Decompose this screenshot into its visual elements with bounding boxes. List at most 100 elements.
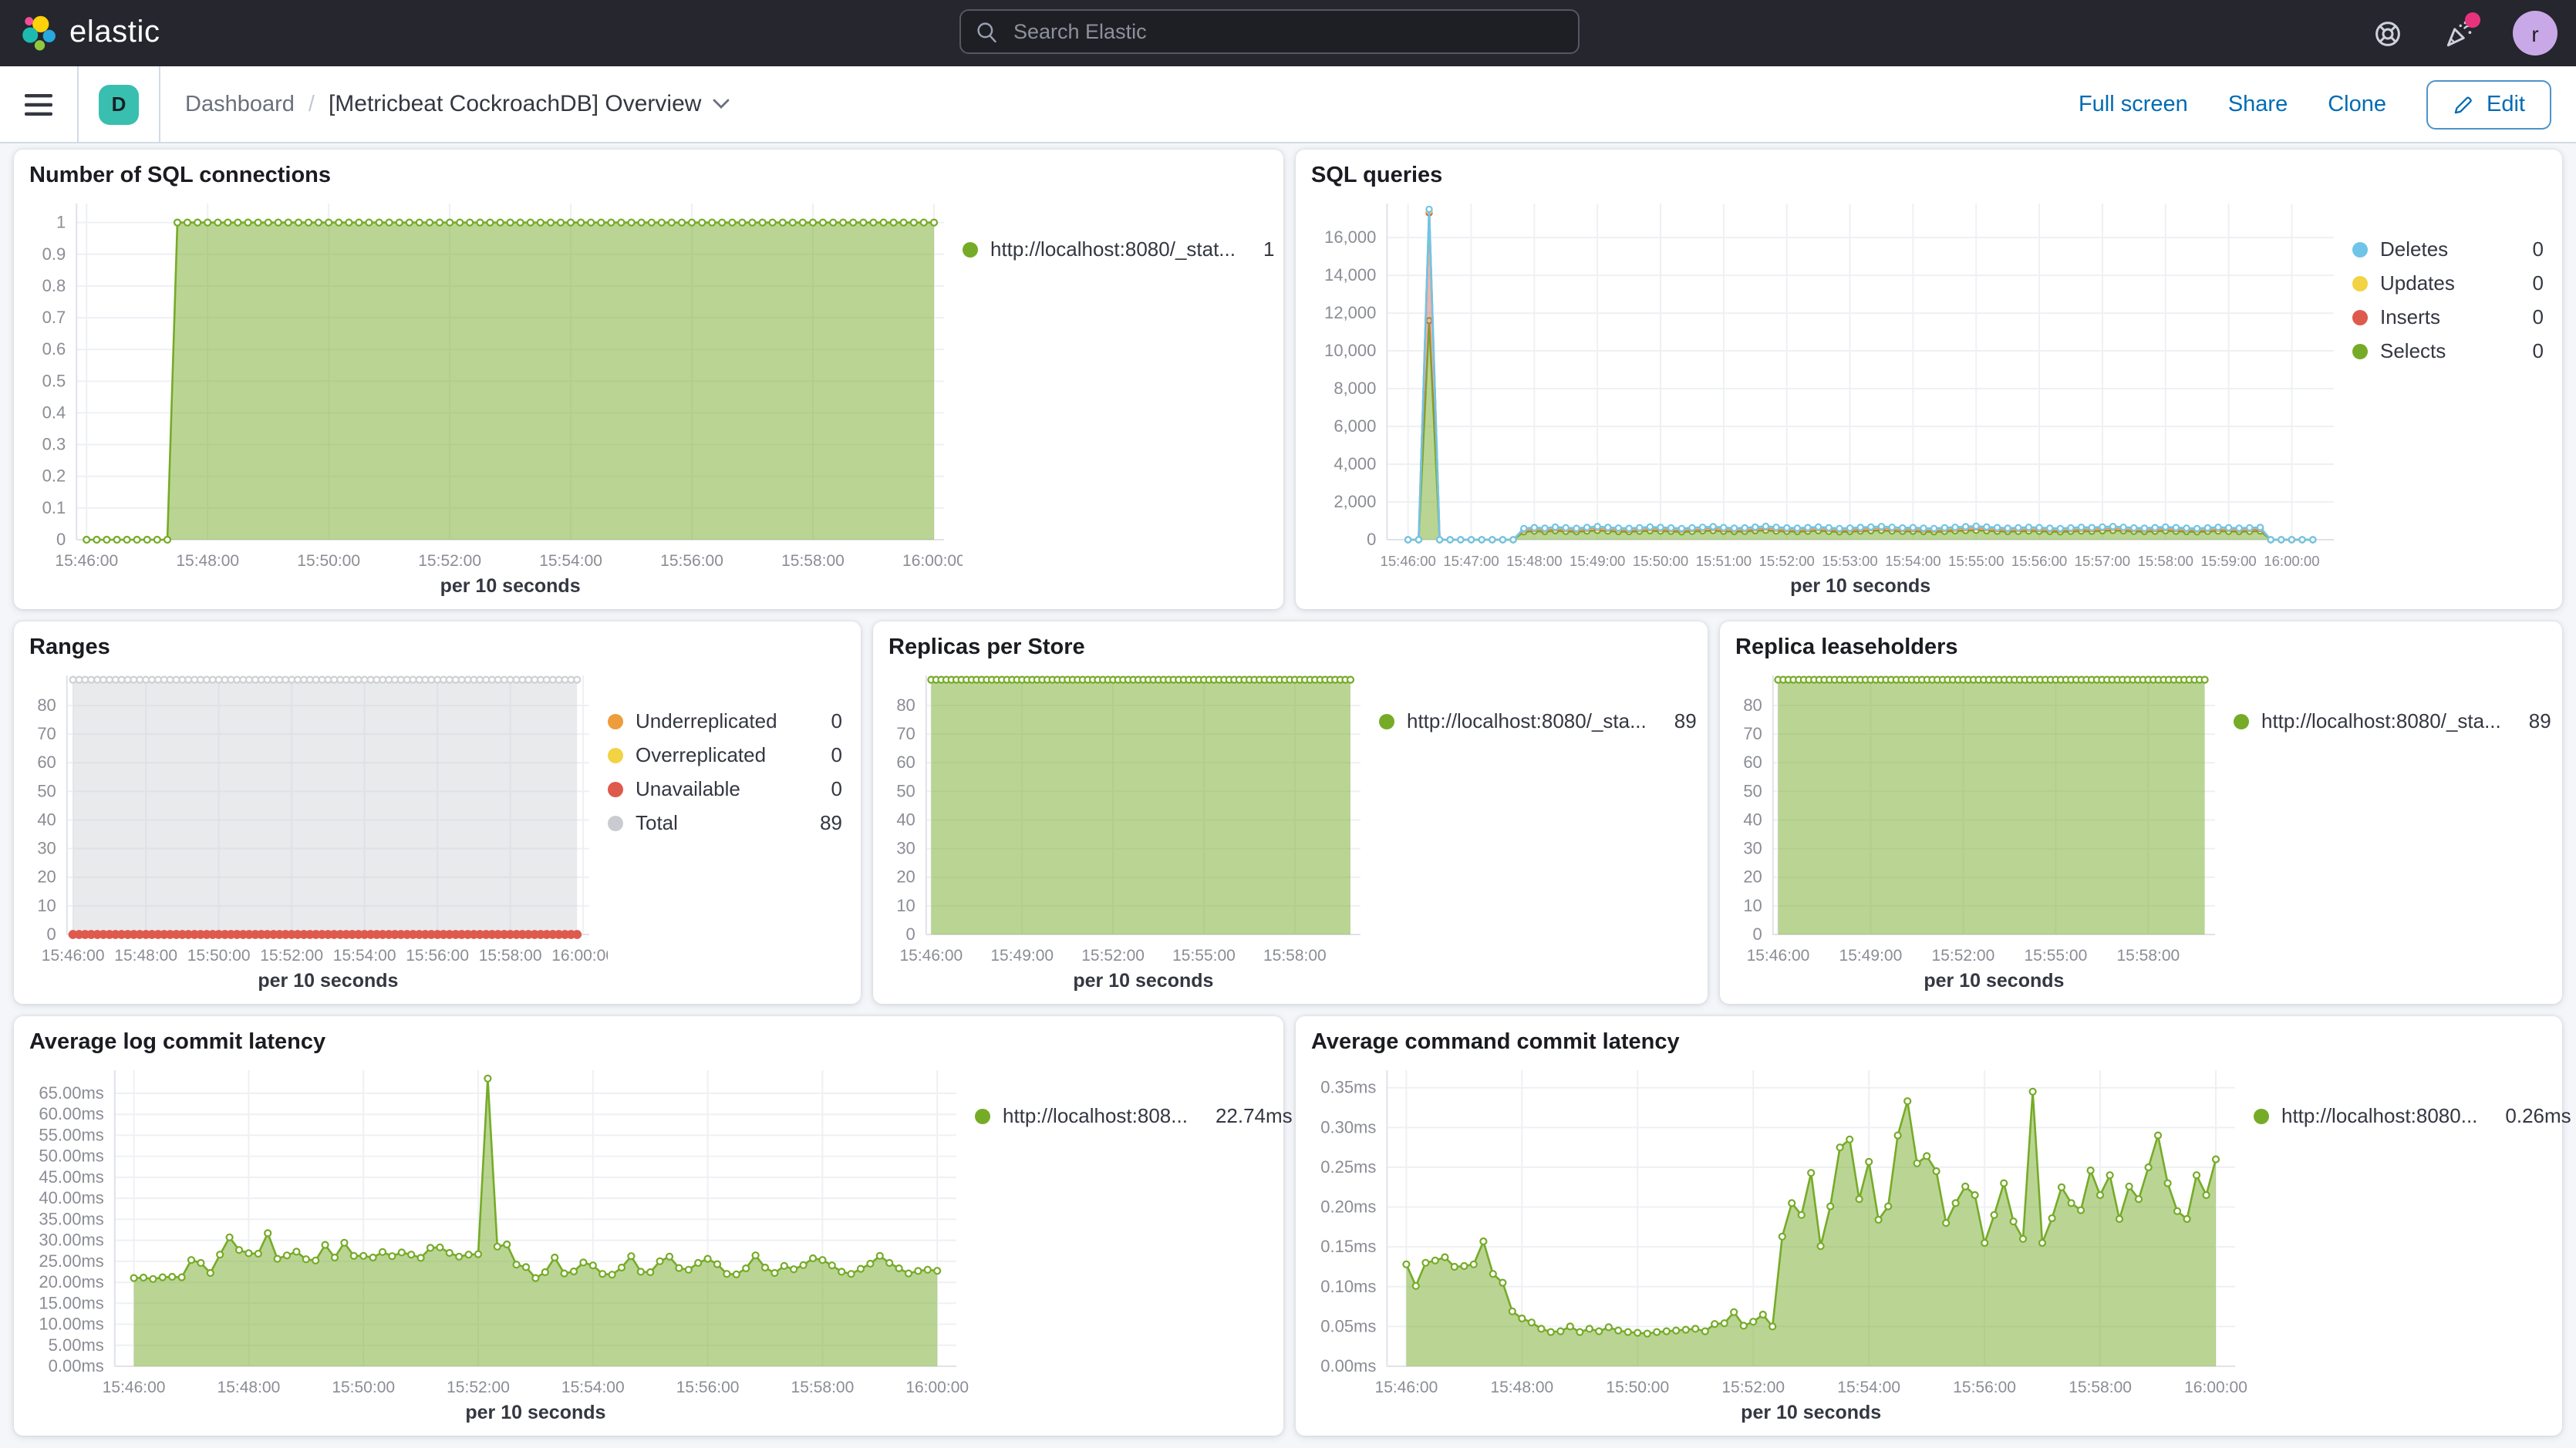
svg-text:50.00ms: 50.00ms: [39, 1147, 103, 1166]
svg-text:40: 40: [896, 810, 915, 829]
panel-title[interactable]: Average command commit latency: [1308, 1027, 2550, 1055]
svg-text:15:58:00: 15:58:00: [2138, 553, 2193, 569]
area-chart-replica-leaseholders[interactable]: 0102030405060708015:46:0015:49:0015:52:0…: [1732, 660, 2234, 999]
svg-text:70: 70: [896, 724, 915, 743]
legend-item[interactable]: http://localhost:8080/_stat...1: [963, 237, 1265, 261]
svg-text:15:57:00: 15:57:00: [2075, 553, 2130, 569]
area-chart-log-commit-latency[interactable]: 0.00ms5.00ms10.00ms15.00ms20.00ms25.00ms…: [26, 1055, 975, 1431]
svg-text:16:00:00: 16:00:00: [902, 552, 963, 570]
panel-title[interactable]: Ranges: [26, 632, 848, 660]
area-chart-sql-queries[interactable]: 02,0004,0006,0008,00010,00012,00014,0001…: [1308, 188, 2352, 604]
svg-text:15:51:00: 15:51:00: [1696, 553, 1752, 569]
svg-text:50: 50: [1743, 781, 1762, 800]
svg-text:per 10 seconds: per 10 seconds: [440, 575, 581, 597]
svg-text:0.15ms: 0.15ms: [1320, 1237, 1376, 1256]
share-button[interactable]: Share: [2228, 92, 2288, 116]
search-input[interactable]: [1010, 19, 1563, 45]
legend-value: 0: [2517, 305, 2544, 328]
svg-text:0.9: 0.9: [42, 244, 66, 264]
space-badge: D: [99, 84, 139, 124]
svg-text:15:54:00: 15:54:00: [561, 1379, 625, 1396]
legend-item[interactable]: Updates0: [2352, 271, 2544, 295]
svg-text:16:00:00: 16:00:00: [2184, 1379, 2247, 1396]
legend-item[interactable]: Underreplicated0: [608, 709, 842, 732]
help-button[interactable]: [2371, 16, 2405, 50]
menu-button[interactable]: [0, 66, 77, 142]
kibana-dashboard: elastic: [0, 0, 2576, 1448]
svg-text:10: 10: [37, 896, 56, 915]
panel-title[interactable]: Replica leaseholders: [1732, 632, 2550, 660]
svg-text:30: 30: [1743, 839, 1762, 858]
legend-value: 0: [816, 777, 842, 800]
full-screen-button[interactable]: Full screen: [2079, 92, 2188, 116]
legend-item[interactable]: Unavailable0: [608, 777, 842, 800]
svg-text:0: 0: [1753, 924, 1762, 944]
legend-label: http://localhost:8080/_stat...: [990, 237, 1236, 261]
clone-button[interactable]: Clone: [2328, 92, 2386, 116]
svg-text:15:46:00: 15:46:00: [103, 1379, 166, 1396]
area-chart-replicas-per-store[interactable]: 0102030405060708015:46:0015:49:0015:52:0…: [885, 660, 1379, 999]
area-chart-command-commit-latency[interactable]: 0.00ms0.05ms0.10ms0.15ms0.20ms0.25ms0.30…: [1308, 1055, 2254, 1431]
svg-text:15:56:00: 15:56:00: [1953, 1379, 2016, 1396]
area-chart-ranges[interactable]: 0102030405060708015:46:0015:48:0015:50:0…: [26, 660, 608, 999]
legend-value: 0: [816, 743, 842, 766]
svg-text:15:47:00: 15:47:00: [1443, 553, 1499, 569]
svg-text:per 10 seconds: per 10 seconds: [258, 970, 398, 992]
breadcrumb-dashboard-link[interactable]: Dashboard: [185, 92, 295, 116]
svg-text:0.6: 0.6: [42, 339, 66, 359]
breadcrumb-separator: /: [309, 92, 315, 116]
legend-swatch: [2352, 343, 2368, 359]
legend-item[interactable]: http://localhost:8080/_sta...89: [1379, 709, 1689, 732]
news-button[interactable]: [2442, 16, 2476, 50]
space-selector[interactable]: D: [79, 66, 159, 142]
page-title[interactable]: [Metricbeat CockroachDB] Overview: [329, 91, 730, 117]
svg-text:4,000: 4,000: [1334, 454, 1376, 473]
legend-item[interactable]: Total89: [608, 811, 842, 834]
panel-title[interactable]: Average log commit latency: [26, 1027, 1271, 1055]
svg-text:15:50:00: 15:50:00: [1633, 553, 1688, 569]
panel-title[interactable]: Number of SQL connections: [26, 160, 1271, 188]
legend-item[interactable]: Selects0: [2352, 339, 2544, 362]
svg-text:15:48:00: 15:48:00: [1490, 1379, 1553, 1396]
elastic-logo[interactable]: elastic: [0, 14, 160, 52]
legend-value: 22.74ms: [1200, 1104, 1293, 1127]
legend-item[interactable]: http://localhost:8080...0.26ms: [2254, 1104, 2544, 1127]
legend-item[interactable]: http://localhost:8080/_sta...89: [2234, 709, 2544, 732]
svg-text:40.00ms: 40.00ms: [39, 1188, 103, 1207]
legend-label: Deletes: [2380, 237, 2448, 261]
svg-text:0.8: 0.8: [42, 276, 66, 295]
svg-text:15:58:00: 15:58:00: [781, 552, 845, 570]
svg-text:15:56:00: 15:56:00: [676, 1379, 740, 1396]
legend-item[interactable]: Deletes0: [2352, 237, 2544, 261]
svg-text:10.00ms: 10.00ms: [39, 1315, 103, 1334]
legend-swatch: [608, 747, 623, 763]
chart-legend: http://localhost:808...22.74ms: [975, 1055, 1271, 1431]
svg-text:15:46:00: 15:46:00: [899, 947, 963, 965]
svg-text:8,000: 8,000: [1334, 379, 1376, 398]
svg-text:0.35ms: 0.35ms: [1320, 1078, 1376, 1097]
area-chart-sql-connections[interactable]: 00.10.20.30.40.50.60.70.80.9115:46:0015:…: [26, 188, 963, 604]
legend-swatch: [2352, 241, 2368, 257]
panel-title[interactable]: SQL queries: [1308, 160, 2550, 188]
svg-text:80: 80: [896, 695, 915, 715]
legend-label: Selects: [2380, 339, 2446, 362]
svg-text:15:54:00: 15:54:00: [1837, 1379, 1900, 1396]
global-search[interactable]: [959, 9, 1580, 54]
svg-text:25.00ms: 25.00ms: [39, 1251, 103, 1271]
legend-swatch: [608, 815, 623, 830]
legend-item[interactable]: Overreplicated0: [608, 743, 842, 766]
legend-value: 0.26ms: [2490, 1104, 2571, 1127]
svg-text:15:50:00: 15:50:00: [297, 552, 360, 570]
svg-text:60: 60: [37, 753, 56, 772]
svg-text:15:54:00: 15:54:00: [539, 552, 602, 570]
edit-button[interactable]: Edit: [2426, 79, 2551, 129]
legend-item[interactable]: Inserts0: [2352, 305, 2544, 328]
user-avatar[interactable]: r: [2513, 11, 2557, 56]
legend-item[interactable]: http://localhost:808...22.74ms: [975, 1104, 1265, 1127]
legend-swatch: [608, 781, 623, 796]
elastic-wordmark: elastic: [69, 15, 160, 51]
svg-text:15:46:00: 15:46:00: [1380, 553, 1435, 569]
panel-title[interactable]: Replicas per Store: [885, 632, 1695, 660]
svg-text:0.20ms: 0.20ms: [1320, 1197, 1376, 1217]
svg-text:15:55:00: 15:55:00: [1948, 553, 2004, 569]
